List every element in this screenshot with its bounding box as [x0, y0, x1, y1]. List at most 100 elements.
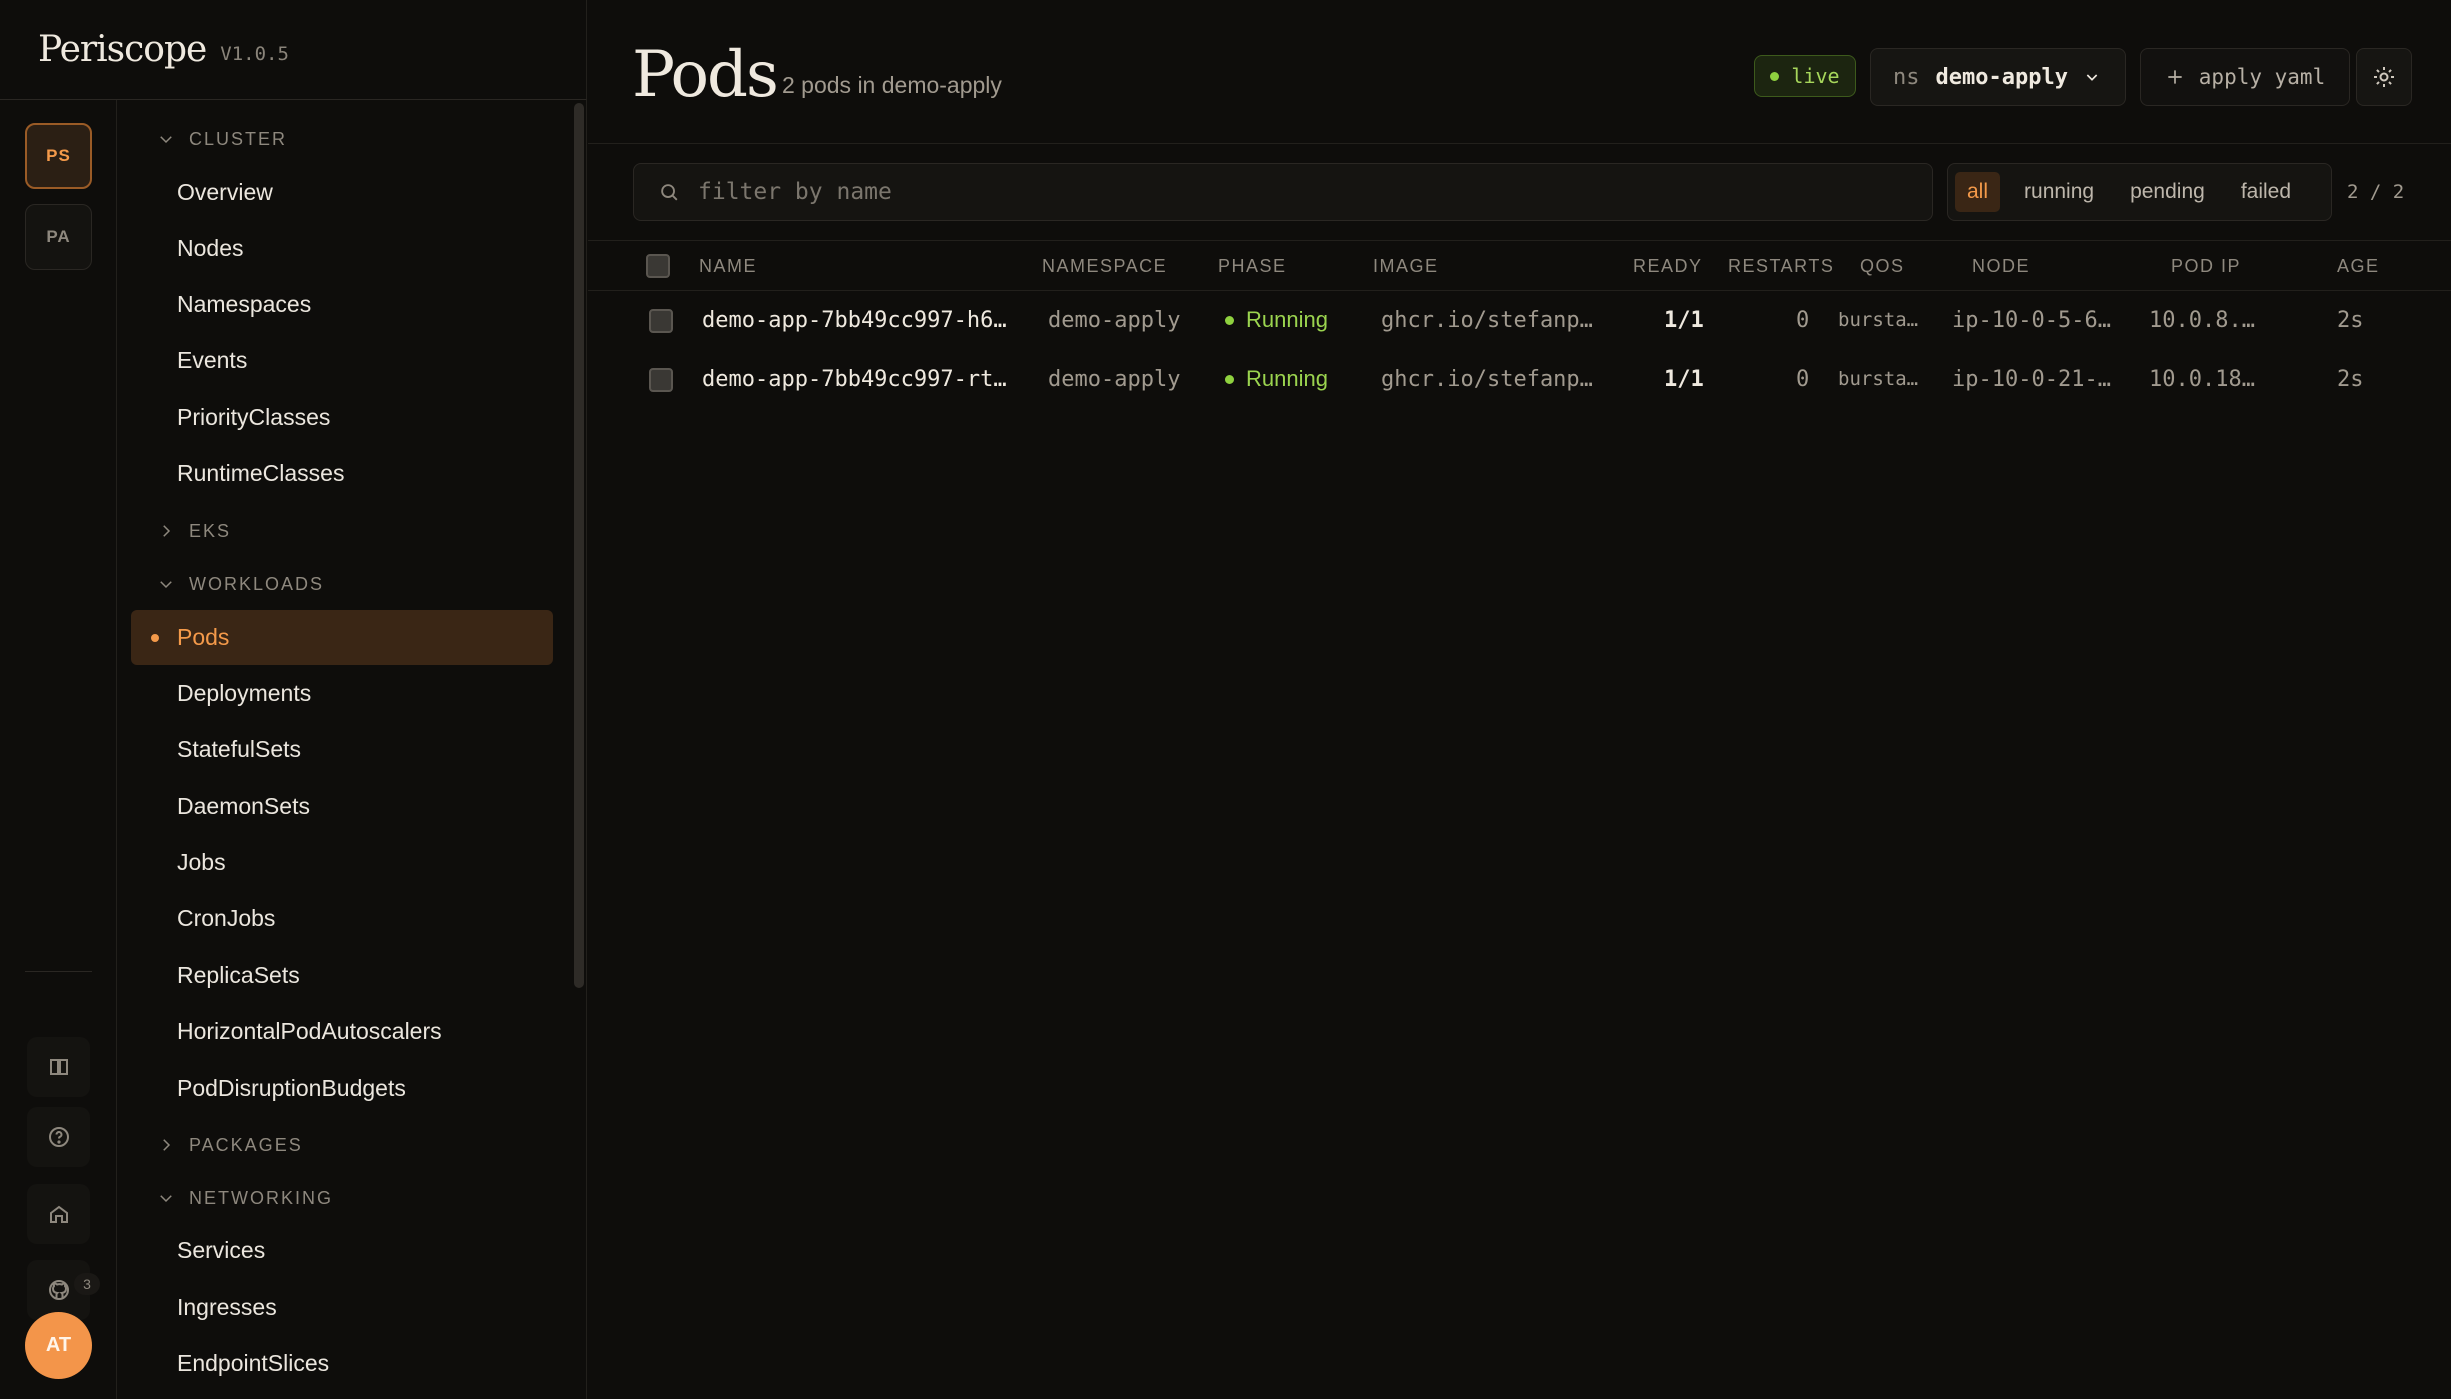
- status-dot-icon: [1225, 315, 1234, 325]
- table-header: NAME NAMESPACE PHASE IMAGE READY RESTART…: [588, 242, 2451, 291]
- help-circle-icon: [48, 1127, 69, 1147]
- nav-item-nodes[interactable]: Nodes: [177, 228, 243, 268]
- nav-section-eks[interactable]: EKS: [157, 514, 231, 548]
- phase-filter-all[interactable]: all: [1955, 172, 2001, 212]
- apply-yaml-button[interactable]: apply yaml: [2140, 48, 2350, 106]
- nav-item-statefulsets[interactable]: StatefulSets: [177, 729, 301, 769]
- pod-restarts: 0: [1796, 366, 1810, 392]
- column-header-node[interactable]: NODE: [1972, 242, 2030, 291]
- pod-age: 2s: [2337, 366, 2364, 392]
- nav-section-label: PACKAGES: [189, 1134, 303, 1155]
- column-header-pod-ip[interactable]: POD IP: [2171, 242, 2241, 291]
- nav-section-networking[interactable]: NETWORKING: [157, 1181, 333, 1215]
- nav-item-replicasets[interactable]: ReplicaSets: [177, 955, 300, 995]
- notification-badge: 3: [74, 1273, 100, 1295]
- nav-item-services[interactable]: Services: [177, 1230, 265, 1270]
- pod-ready: 1/1: [1664, 366, 1704, 392]
- help-button[interactable]: [27, 1107, 90, 1167]
- home-button[interactable]: [27, 1184, 90, 1244]
- rail-divider: [25, 971, 92, 972]
- live-label: live: [1791, 64, 1840, 88]
- sidebar-nav: CLUSTER Overview Nodes Namespaces Events…: [117, 100, 587, 1399]
- brand-header: Periscope V1.0.5: [0, 0, 587, 100]
- brand-version: V1.0.5: [220, 42, 289, 65]
- search-box: [633, 163, 1933, 221]
- status-dot-icon: [1225, 374, 1234, 384]
- pod-restarts: 0: [1796, 307, 1810, 333]
- nav-item-endpointslices[interactable]: EndpointSlices: [177, 1343, 329, 1383]
- nav-section-label: WORKLOADS: [189, 573, 325, 594]
- pod-image: ghcr.io/stefanp…: [1381, 307, 1593, 333]
- nav-item-ingresses[interactable]: Ingresses: [177, 1287, 277, 1327]
- context-ps-button[interactable]: PS: [25, 123, 92, 189]
- nav-item-daemonsets[interactable]: DaemonSets: [177, 786, 310, 826]
- column-header-phase[interactable]: PHASE: [1218, 242, 1287, 291]
- namespace-select-prefix: ns: [1893, 64, 1920, 90]
- search-icon: [661, 184, 678, 201]
- column-header-ready[interactable]: READY: [1633, 242, 1703, 291]
- book-icon: [49, 1059, 68, 1075]
- page-subtitle: 2 pods in demo-apply: [782, 72, 1002, 98]
- phase-filter-running[interactable]: running: [2012, 172, 2106, 212]
- column-header-qos[interactable]: QOS: [1860, 242, 1905, 291]
- table-row[interactable]: demo-app-7bb49cc997-h6… demo-apply Runni…: [588, 291, 2451, 349]
- theme-toggle-button[interactable]: [2356, 48, 2412, 106]
- chevron-down-icon: [160, 581, 172, 589]
- namespace-select[interactable]: ns demo-apply: [1870, 48, 2126, 106]
- chevron-down-icon: [2086, 74, 2098, 81]
- plus-icon: [2168, 70, 2182, 84]
- active-indicator-dot: [151, 633, 159, 642]
- column-header-restarts[interactable]: RESTARTS: [1728, 242, 1834, 291]
- row-checkbox[interactable]: [649, 309, 673, 333]
- table-row[interactable]: demo-app-7bb49cc997-rt… demo-apply Runni…: [588, 350, 2451, 408]
- app-root: Periscope V1.0.5 PS PA 3 AT CLUSTER Over…: [0, 0, 2451, 1399]
- context-rail: PS PA 3 AT: [0, 100, 117, 1399]
- pod-phase: Running: [1225, 291, 1328, 349]
- nav-item-overview[interactable]: Overview: [177, 172, 273, 212]
- nav-item-jobs[interactable]: Jobs: [177, 842, 226, 882]
- docs-button[interactable]: [27, 1037, 90, 1097]
- nav-section-packages[interactable]: PACKAGES: [157, 1128, 303, 1162]
- chevron-down-icon: [160, 136, 172, 144]
- nav-section-label: CLUSTER: [189, 128, 288, 149]
- user-avatar[interactable]: AT: [25, 1312, 92, 1379]
- brand-logo[interactable]: Periscope: [38, 29, 207, 70]
- pod-ready: 1/1: [1664, 307, 1704, 333]
- pod-namespace: demo-apply: [1048, 307, 1181, 333]
- sun-icon: [2374, 67, 2394, 87]
- pod-qos: bursta…: [1838, 368, 1919, 390]
- chevron-down-icon: [160, 1195, 172, 1203]
- sidebar-scrollbar[interactable]: [574, 103, 584, 988]
- pod-node: ip-10-0-5-6…: [1952, 307, 2111, 333]
- pod-name[interactable]: demo-app-7bb49cc997-h6…: [702, 291, 1047, 349]
- nav-item-deployments[interactable]: Deployments: [177, 673, 311, 713]
- nav-item-poddisruptionbudgets[interactable]: PodDisruptionBudgets: [177, 1068, 406, 1108]
- nav-item-runtimeclasses[interactable]: RuntimeClasses: [177, 453, 344, 493]
- column-header-age[interactable]: AGE: [2337, 242, 2380, 291]
- pod-name[interactable]: demo-app-7bb49cc997-rt…: [702, 350, 1047, 408]
- nav-section-label: NETWORKING: [189, 1187, 333, 1208]
- row-checkbox[interactable]: [649, 368, 673, 392]
- nav-item-pods[interactable]: Pods: [131, 610, 553, 665]
- search-input[interactable]: [698, 179, 1898, 205]
- namespace-select-value: demo-apply: [1935, 64, 2068, 90]
- nav-item-namespaces[interactable]: Namespaces: [177, 284, 311, 324]
- live-status-badge[interactable]: live: [1754, 55, 1856, 97]
- column-header-namespace[interactable]: NAMESPACE: [1042, 242, 1167, 291]
- nav-item-cronjobs[interactable]: CronJobs: [177, 898, 275, 938]
- column-header-name[interactable]: NAME: [699, 242, 757, 291]
- nav-item-priorityclasses[interactable]: PriorityClasses: [177, 397, 330, 437]
- nav-item-events[interactable]: Events: [177, 340, 247, 380]
- phase-filter-failed[interactable]: failed: [2229, 172, 2303, 212]
- phase-filter-pending[interactable]: pending: [2118, 172, 2217, 212]
- select-all-checkbox[interactable]: [646, 254, 670, 278]
- nav-item-horizontalpodautoscalers[interactable]: HorizontalPodAutoscalers: [177, 1011, 442, 1051]
- chevron-right-icon: [163, 525, 171, 537]
- context-pa-button[interactable]: PA: [25, 204, 92, 270]
- nav-section-workloads[interactable]: WORKLOADS: [157, 567, 324, 601]
- github-icon: [48, 1280, 69, 1300]
- column-header-image[interactable]: IMAGE: [1373, 242, 1439, 291]
- pod-image: ghcr.io/stefanp…: [1381, 366, 1593, 392]
- nav-section-cluster[interactable]: CLUSTER: [157, 122, 287, 156]
- pod-phase: Running: [1225, 350, 1328, 408]
